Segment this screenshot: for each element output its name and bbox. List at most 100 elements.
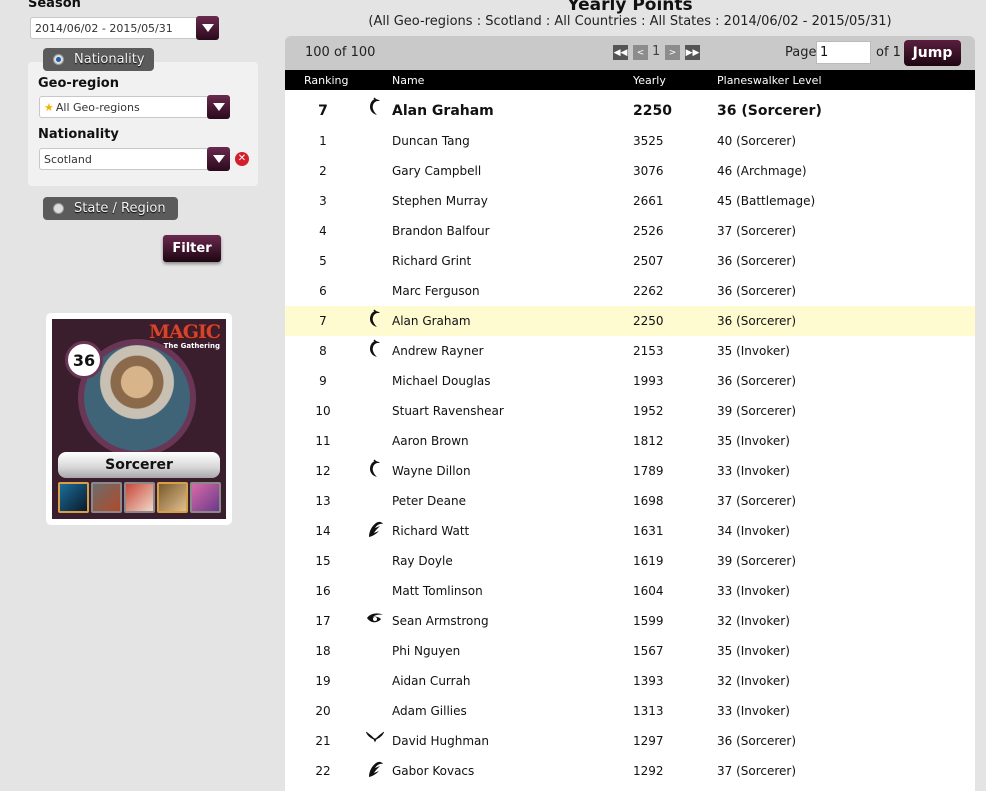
clear-icon[interactable]: ✕ xyxy=(235,152,249,166)
player-name[interactable]: Wayne Dillon xyxy=(392,464,471,478)
eye-guild-icon xyxy=(366,609,384,629)
table-row[interactable]: 18 Phi Nguyen 1567 35 (Invoker) xyxy=(285,636,975,666)
table-row[interactable]: 6 Marc Ferguson 2262 36 (Sorcerer) xyxy=(285,276,975,306)
planeswalker-level: 40 (Sorcerer) xyxy=(717,134,797,148)
planeswalker-level: 45 (Battlemage) xyxy=(717,194,816,208)
geo-region-select[interactable]: ★ All Geo-regions xyxy=(39,95,230,119)
chevron-down-icon[interactable] xyxy=(196,16,219,40)
table-row[interactable]: 20 Adam Gillies 1313 33 (Invoker) xyxy=(285,696,975,726)
player-name[interactable]: Gabor Kovacs xyxy=(392,764,474,778)
table-row[interactable]: 22 Gabor Kovacs 1292 37 (Sorcerer) xyxy=(285,756,975,786)
table-row[interactable]: 17 Sean Armstrong 1599 32 (Invoker) xyxy=(285,606,975,636)
table-row[interactable]: 8 Andrew Rayner 2153 35 (Invoker) xyxy=(285,336,975,366)
table-row[interactable]: 7 Alan Graham 2250 36 (Sorcerer) xyxy=(285,306,975,336)
rank-cell: 2 xyxy=(319,164,327,178)
nationality-select[interactable]: Scotland xyxy=(39,147,230,171)
yearly-points: 1567 xyxy=(633,644,664,658)
radio-selected-icon[interactable] xyxy=(53,54,64,65)
radio-unselected-icon[interactable] xyxy=(53,203,64,214)
player-name[interactable]: Alan Graham xyxy=(392,314,471,328)
yearly-points: 2153 xyxy=(633,344,664,358)
page-label: Page xyxy=(785,45,817,60)
player-name[interactable]: Gary Campbell xyxy=(392,164,481,178)
player-name[interactable]: David Hughman xyxy=(392,734,489,748)
table-row[interactable]: 4 Brandon Balfour 2526 37 (Sorcerer) xyxy=(285,216,975,246)
player-name[interactable]: Brandon Balfour xyxy=(392,224,490,238)
rank-cell: 17 xyxy=(315,614,331,628)
rank-cell: 18 xyxy=(315,644,331,658)
table-row[interactable]: 3 Stephen Murray 2661 45 (Battlemage) xyxy=(285,186,975,216)
level-badge: 36 xyxy=(65,341,103,379)
table-row[interactable]: 11 Aaron Brown 1812 35 (Invoker) xyxy=(285,426,975,456)
table-row[interactable]: 10 Stuart Ravenshear 1952 39 (Sorcerer) xyxy=(285,396,975,426)
first-page-icon[interactable]: ◀◀ xyxy=(613,45,628,60)
yearly-points: 1604 xyxy=(633,584,664,598)
jump-button[interactable]: Jump xyxy=(904,40,961,66)
planeswalker-card: MAGIC The Gathering 36 Sorcerer xyxy=(46,313,232,525)
table-row[interactable]: 19 Aidan Currah 1393 32 (Invoker) xyxy=(285,666,975,696)
prev-page-icon[interactable]: < xyxy=(633,45,648,60)
player-name[interactable]: Adam Gillies xyxy=(392,704,467,718)
planeswalker-level: 32 (Invoker) xyxy=(717,674,790,688)
yearly-points: 1393 xyxy=(633,674,664,688)
table-row[interactable]: 2 Gary Campbell 3076 46 (Archmage) xyxy=(285,156,975,186)
player-name[interactable]: Marc Ferguson xyxy=(392,284,480,298)
planeswalker-level: 36 (Sorcerer) xyxy=(717,284,797,298)
table-row[interactable]: 21 David Hughman 1297 36 (Sorcerer) xyxy=(285,726,975,756)
player-name[interactable]: Alan Graham xyxy=(392,103,494,119)
bird-guild-icon xyxy=(366,459,384,479)
season-value: 2014/06/02 - 2015/05/31 xyxy=(35,21,173,35)
rank-cell: 14 xyxy=(315,524,331,538)
player-name[interactable]: Stephen Murray xyxy=(392,194,488,208)
table-row[interactable]: 1 Duncan Tang 3525 40 (Sorcerer) xyxy=(285,126,975,156)
table-row[interactable]: 16 Matt Tomlinson 1604 33 (Invoker) xyxy=(285,576,975,606)
planeswalker-level: 35 (Invoker) xyxy=(717,344,790,358)
player-name[interactable]: Sean Armstrong xyxy=(392,614,489,628)
rank-title-bar: Sorcerer xyxy=(58,452,220,478)
column-yearly[interactable]: Yearly xyxy=(633,74,666,87)
player-name[interactable]: Phi Nguyen xyxy=(392,644,460,658)
player-name[interactable]: Andrew Rayner xyxy=(392,344,484,358)
table-row[interactable]: 15 Ray Doyle 1619 39 (Sorcerer) xyxy=(285,546,975,576)
player-name[interactable]: Ray Doyle xyxy=(392,554,453,568)
planeswalker-level: 37 (Sorcerer) xyxy=(717,224,797,238)
table-row[interactable]: 13 Peter Deane 1698 37 (Sorcerer) xyxy=(285,486,975,516)
column-name[interactable]: Name xyxy=(392,74,424,87)
yearly-points: 1631 xyxy=(633,524,664,538)
table-row[interactable]: 5 Richard Grint 2507 36 (Sorcerer) xyxy=(285,246,975,276)
yearly-points: 2262 xyxy=(633,284,664,298)
nationality-label: Nationality xyxy=(38,127,119,142)
rank-cell: 12 xyxy=(315,464,331,478)
yearly-points: 2661 xyxy=(633,194,664,208)
season-select[interactable]: 2014/06/02 - 2015/05/31 xyxy=(30,16,219,40)
yearly-points: 3525 xyxy=(633,134,664,148)
table-row[interactable]: 14 Richard Watt 1631 34 (Invoker) xyxy=(285,516,975,546)
player-name[interactable]: Aaron Brown xyxy=(392,434,469,448)
player-name[interactable]: Peter Deane xyxy=(392,494,466,508)
filter-button[interactable]: Filter xyxy=(163,235,221,262)
player-name[interactable]: Matt Tomlinson xyxy=(392,584,483,598)
player-name[interactable]: Stuart Ravenshear xyxy=(392,404,504,418)
last-page-icon[interactable]: ▶▶ xyxy=(685,45,700,60)
avatar-thumb xyxy=(91,482,122,513)
page-input[interactable]: 1 xyxy=(816,41,871,64)
rank-cell: 3 xyxy=(319,194,327,208)
player-name[interactable]: Aidan Currah xyxy=(392,674,471,688)
table-row[interactable]: 9 Michael Douglas 1993 36 (Sorcerer) xyxy=(285,366,975,396)
yearly-points: 1789 xyxy=(633,464,664,478)
player-name[interactable]: Richard Watt xyxy=(392,524,469,538)
player-name[interactable]: Duncan Tang xyxy=(392,134,470,148)
chevron-down-icon[interactable] xyxy=(207,95,230,119)
column-ranking[interactable]: Ranking xyxy=(304,74,349,87)
next-page-icon[interactable]: > xyxy=(665,45,680,60)
chevron-down-icon[interactable] xyxy=(207,147,230,171)
player-name[interactable]: Richard Grint xyxy=(392,254,471,268)
column-level[interactable]: Planeswalker Level xyxy=(717,74,822,87)
table-row[interactable]: 12 Wayne Dillon 1789 33 (Invoker) xyxy=(285,456,975,486)
rank-cell: 10 xyxy=(315,404,331,418)
nationality-tab[interactable]: Nationality xyxy=(43,48,154,71)
player-name[interactable]: Michael Douglas xyxy=(392,374,491,388)
page-total: of 1 xyxy=(876,45,901,60)
my-ranking-row[interactable]: 7 Alan Graham 2250 36 (Sorcerer) xyxy=(285,94,975,124)
state-region-tab[interactable]: State / Region xyxy=(43,197,178,220)
